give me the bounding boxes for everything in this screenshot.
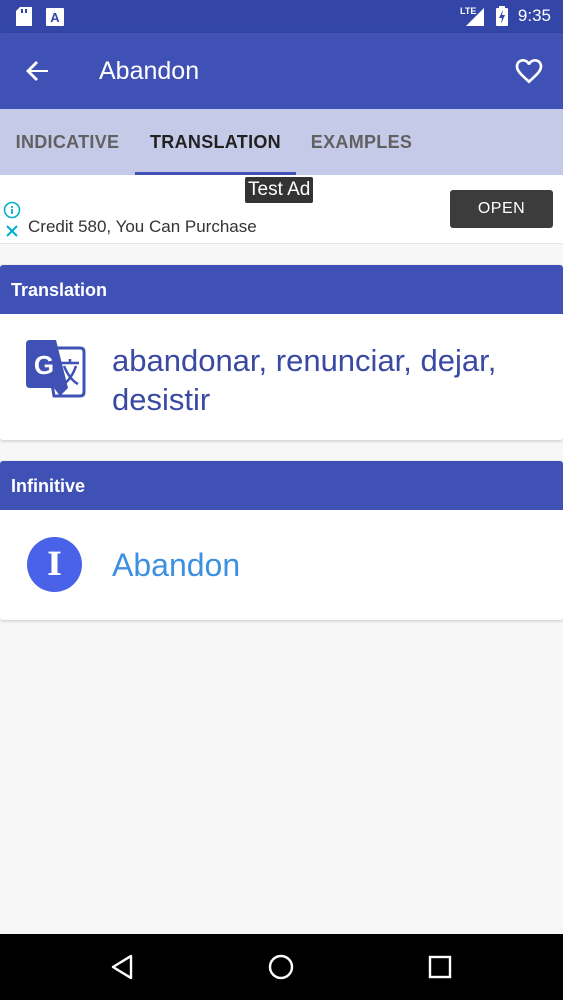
close-icon[interactable] <box>4 223 20 239</box>
google-translate-icon: G <box>26 340 86 398</box>
svg-text:LTE: LTE <box>460 6 476 16</box>
ad-text[interactable]: Credit 580, You Can Purchase <box>28 217 257 237</box>
tab-translation[interactable]: TRANSLATION <box>135 109 296 175</box>
infinitive-card-header: Infinitive <box>0 461 563 510</box>
status-time: 9:35 <box>517 6 551 25</box>
translation-card: Translation G abandonar, renunciar, deja… <box>0 265 563 440</box>
app-bar: Abandon <box>0 33 563 109</box>
status-bar: A LTE 9:35 <box>0 0 563 33</box>
heart-outline-icon[interactable] <box>513 55 545 87</box>
signal-icon: LTE <box>460 6 484 26</box>
tab-indicative[interactable]: INDICATIVE <box>0 109 135 175</box>
back-triangle-icon[interactable] <box>109 953 137 981</box>
translation-card-header: Translation <box>0 265 563 314</box>
arrow-back-icon[interactable] <box>22 55 54 87</box>
tab-examples[interactable]: EXAMPLES <box>296 109 427 175</box>
test-ad-badge: Test Ad <box>245 177 314 203</box>
page-title: Abandon <box>99 57 200 85</box>
translation-text: abandonar, renunciar, dejar, desistir <box>112 343 497 417</box>
ad-open-button[interactable]: OPEN <box>450 190 553 228</box>
system-nav-bar <box>0 934 563 1000</box>
recents-square-icon[interactable] <box>426 953 454 981</box>
svg-text:G: G <box>34 350 54 380</box>
ad-banner[interactable]: Test Ad Credit 580, You Can Purchase OPE… <box>0 175 563 244</box>
tab-bar: INDICATIVE TRANSLATION EXAMPLES <box>0 109 563 175</box>
home-circle-icon[interactable] <box>267 953 295 981</box>
svg-text:A: A <box>50 10 60 25</box>
battery-charging-icon <box>495 6 508 26</box>
infinitive-card: Infinitive I Abandon <box>0 461 563 620</box>
sd-card-icon <box>16 7 32 26</box>
info-icon[interactable] <box>3 201 21 219</box>
infinitive-letter-icon: I <box>27 537 82 592</box>
infinitive-text: Abandon <box>112 547 241 583</box>
app-notification-icon: A <box>46 7 64 26</box>
